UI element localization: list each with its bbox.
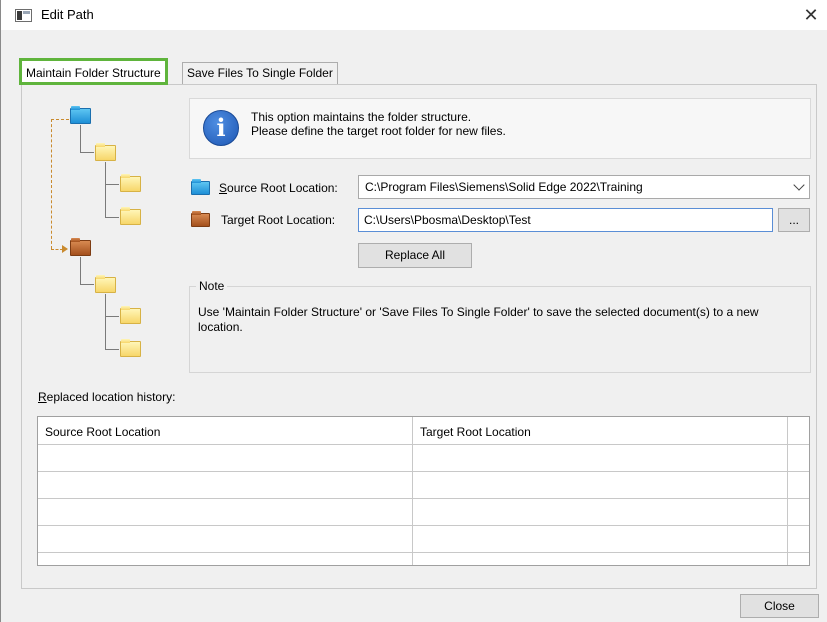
tree-line (105, 184, 119, 185)
chevron-down-icon[interactable] (793, 179, 805, 191)
table-header: Source Root Location Target Root Locatio… (38, 417, 809, 445)
title-bar: Edit Path ✕ (1, 0, 827, 30)
folder-icon (120, 306, 141, 324)
note-text: Use 'Maintain Folder Structure' or 'Save… (198, 305, 759, 334)
info-line-1: This option maintains the folder structu… (251, 110, 472, 124)
edit-path-dialog: Edit Path ✕ Maintain Folder Structure Sa… (0, 0, 827, 622)
tree-line (105, 349, 119, 350)
tree-line (80, 125, 81, 152)
target-folder-icon (191, 211, 210, 227)
tree-line (80, 152, 94, 153)
column-header-source[interactable]: Source Root Location (45, 425, 160, 439)
window-icon (15, 9, 32, 22)
tree-line (80, 257, 81, 284)
tree-arrow-icon (62, 245, 68, 253)
tree-dashed-line (51, 119, 69, 120)
column-header-target[interactable]: Target Root Location (420, 425, 531, 439)
folder-icon (120, 339, 141, 357)
source-folder-icon (191, 179, 210, 195)
target-root-label: Target Root Location: (221, 213, 336, 227)
close-button[interactable]: Close (740, 594, 819, 618)
target-root-folder-icon (70, 238, 91, 256)
replace-all-button[interactable]: Replace All (358, 243, 472, 268)
history-table[interactable]: Source Root Location Target Root Locatio… (37, 416, 810, 566)
tree-line (105, 294, 106, 349)
note-group: Note Use 'Maintain Folder Structure' or … (189, 279, 811, 373)
info-text: This option maintains the folder structu… (251, 110, 506, 138)
tree-line (80, 284, 94, 285)
source-root-label: Source Root Location: (219, 181, 338, 195)
table-row[interactable] (38, 472, 809, 499)
browse-button[interactable]: ... (778, 208, 810, 232)
column-divider (787, 417, 788, 565)
history-label: Replaced location history: (38, 390, 176, 404)
note-legend: Note (196, 279, 228, 293)
folder-icon (120, 174, 141, 192)
source-root-combobox[interactable]: C:\Program Files\Siemens\Solid Edge 2022… (358, 175, 810, 199)
info-icon: i (203, 110, 239, 146)
table-row[interactable] (38, 445, 809, 472)
table-row[interactable] (38, 553, 809, 565)
table-row[interactable] (38, 526, 809, 553)
target-root-input[interactable] (358, 208, 773, 232)
source-root-value: C:\Program Files\Siemens\Solid Edge 2022… (365, 180, 643, 194)
tab-save-files-to-single-folder[interactable]: Save Files To Single Folder (182, 62, 338, 84)
close-window-icon[interactable]: ✕ (800, 4, 822, 26)
tab-maintain-folder-structure[interactable]: Maintain Folder Structure (19, 58, 168, 85)
folder-icon (95, 143, 116, 161)
source-root-folder-icon (70, 106, 91, 124)
folder-icon (95, 275, 116, 293)
table-row[interactable] (38, 499, 809, 526)
tree-line (105, 316, 119, 317)
column-divider (412, 417, 413, 565)
info-line-2: Please define the target root folder for… (251, 124, 506, 138)
window-title: Edit Path (41, 7, 94, 22)
tree-line (105, 162, 106, 217)
tree-line (105, 217, 119, 218)
info-box: i This option maintains the folder struc… (189, 98, 811, 159)
folder-icon (120, 207, 141, 225)
tree-dashed-line (51, 119, 52, 249)
